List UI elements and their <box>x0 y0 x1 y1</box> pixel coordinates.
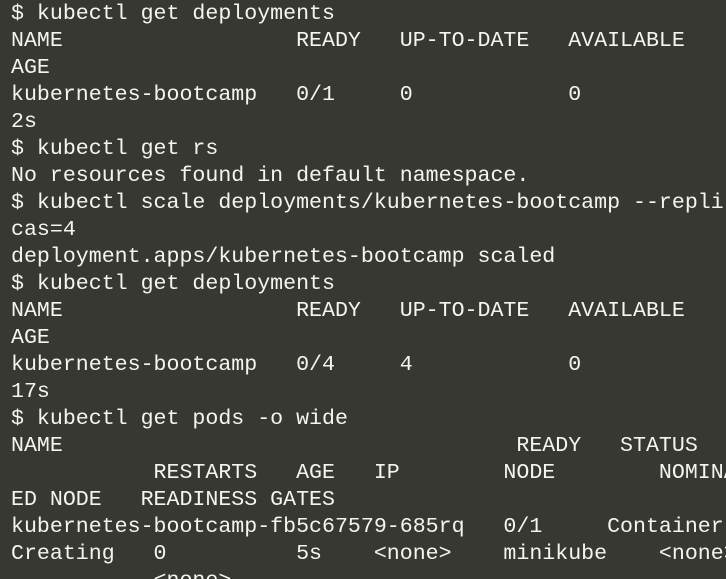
terminal-line: 2s <box>11 110 37 134</box>
terminal-line: No resources found in default namespace. <box>11 164 530 188</box>
terminal-line: kubernetes-bootcamp-fb5c67579-685rq 0/1 … <box>11 515 724 539</box>
terminal-line: kubernetes-bootcamp 0/1 0 0 <box>11 83 582 107</box>
terminal-line: RESTARTS AGE IP NODE NOMINAT <box>11 461 726 485</box>
terminal-window[interactable]: $ kubectl get deployments NAME READY UP-… <box>0 0 726 579</box>
terminal-line: NAME READY STATUS <box>11 434 698 458</box>
terminal-line: kubernetes-bootcamp 0/4 4 0 <box>11 353 582 377</box>
terminal-line: 17s <box>11 380 50 404</box>
terminal-line: $ kubectl get deployments <box>11 2 335 26</box>
terminal-line: NAME READY UP-TO-DATE AVAILABLE <box>11 299 685 323</box>
terminal-line: Creating 0 5s <none> minikube <none> <box>11 542 726 566</box>
terminal-line: ED NODE READINESS GATES <box>11 488 335 512</box>
terminal-line: AGE <box>11 326 50 350</box>
terminal-line: $ kubectl scale deployments/kubernetes-b… <box>11 191 724 215</box>
terminal-line: $ kubectl get deployments <box>11 272 335 296</box>
terminal-line: NAME READY UP-TO-DATE AVAILABLE <box>11 29 685 53</box>
terminal-line: <none> <box>11 568 232 579</box>
terminal-line: $ kubectl get pods -o wide <box>11 407 348 431</box>
terminal-line: deployment.apps/kubernetes-bootcamp scal… <box>11 245 556 269</box>
terminal-line: AGE <box>11 56 50 80</box>
terminal-line: cas=4 <box>11 218 76 242</box>
terminal-line: $ kubectl get rs <box>11 137 219 161</box>
